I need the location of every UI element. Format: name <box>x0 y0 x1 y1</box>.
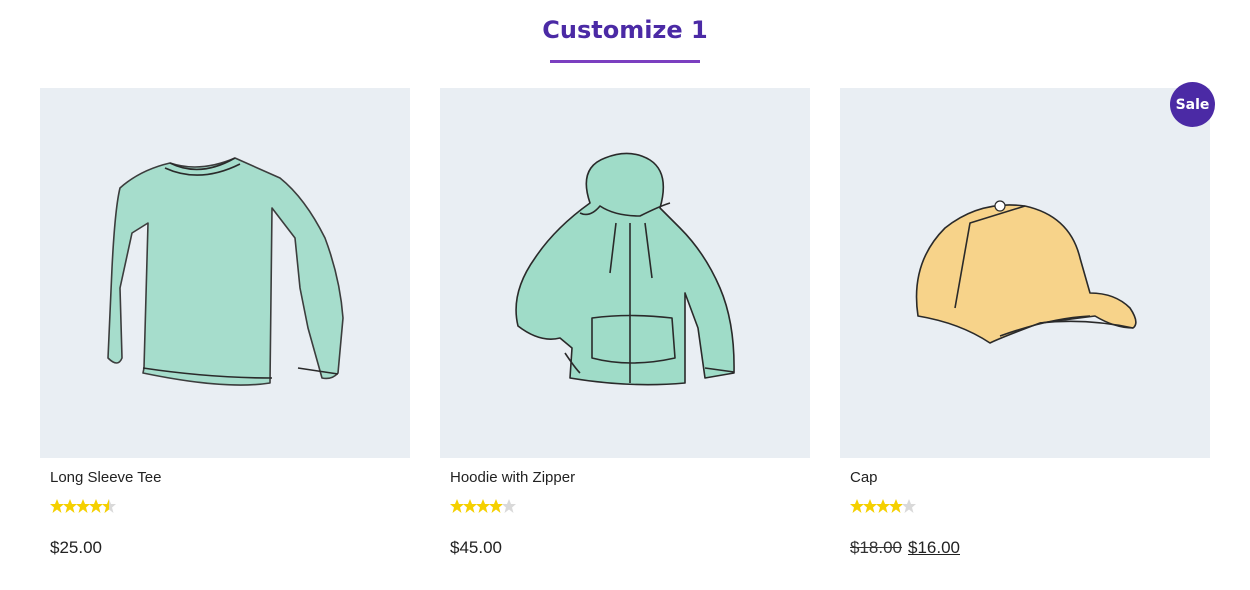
sale-badge: Sale <box>1170 82 1215 127</box>
product-name[interactable]: Hoodie with Zipper <box>450 469 575 486</box>
price-sale: $16.00 <box>908 538 960 557</box>
product-image[interactable] <box>840 88 1210 458</box>
product-name[interactable]: Cap <box>850 469 878 486</box>
product-price: $18.00 $16.00 <box>850 538 960 558</box>
star-empty-icon <box>502 499 516 513</box>
section-header: Customize 1 <box>0 0 1250 70</box>
product-image[interactable] <box>440 88 810 458</box>
product-price: $25.00 <box>50 538 102 557</box>
section-title: Customize 1 <box>542 16 708 44</box>
rating-stars <box>50 498 120 517</box>
price-old: $18.00 <box>850 538 902 557</box>
product-card-long-sleeve-tee[interactable]: Long Sleeve Tee $25.00 <box>40 88 410 557</box>
product-price: $45.00 <box>450 538 502 557</box>
title-underline <box>550 60 700 63</box>
product-name[interactable]: Long Sleeve Tee <box>50 469 161 486</box>
cap-illustration <box>915 200 1137 344</box>
rating-stars <box>450 498 520 517</box>
long-sleeve-tee-illustration <box>107 157 344 386</box>
star-icon <box>450 499 503 513</box>
product-image[interactable] <box>40 88 410 458</box>
hoodie-illustration <box>515 152 735 386</box>
product-card-hoodie-with-zipper[interactable]: Hoodie with Zipper $45.00 <box>440 88 810 557</box>
star-icon <box>50 499 103 513</box>
rating-stars <box>850 498 920 517</box>
product-card-cap[interactable]: Cap $18.00 $16.00 <box>840 88 1210 557</box>
star-empty-icon <box>902 499 916 513</box>
star-icon <box>850 499 903 513</box>
